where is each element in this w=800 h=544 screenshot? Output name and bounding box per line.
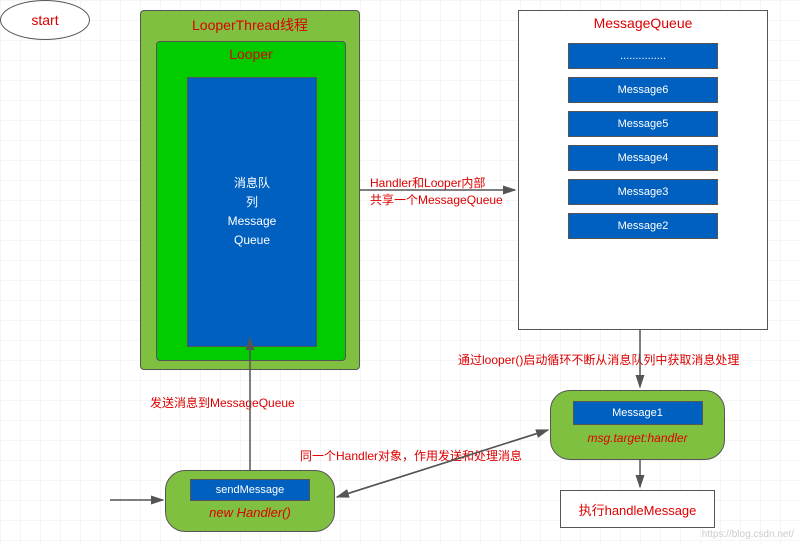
message-queue-item: Message2 [568,213,718,239]
start-label: start [31,12,58,28]
inner-q-l1: 消息队 [234,174,270,193]
message-queue-item: Message5 [568,111,718,137]
message-queue-title: MessageQueue [519,11,767,35]
annotation-send-to-queue: 发送消息到MessageQueue [150,395,295,412]
message-queue-item: ............... [568,43,718,69]
annotation-looper-loop: 通过looper()启动循环不断从消息队列中获取消息处理 [458,352,739,369]
looper-thread-title: LooperThread线程 [141,11,359,39]
annotation-same-handler: 同一个Handler对象，作用发送和处理消息 [300,448,522,465]
message-queue-item: Message3 [568,179,718,205]
inner-message-queue: 消息队 列 Message Queue [187,77,317,347]
start-node: start [0,0,90,40]
inner-q-l3: Message [228,212,277,231]
msg-target-label: msg.target:handler [551,431,724,445]
looper-thread-box: LooperThread线程 Looper 消息队 列 Message Queu… [140,10,360,370]
inner-q-l4: Queue [234,231,270,250]
looper-box: Looper 消息队 列 Message Queue [156,41,346,361]
new-handler-label: new Handler() [166,505,334,520]
annotation-shared-queue: Handler和Looper内部 共享一个MessageQueue [370,175,503,209]
send-message-box: sendMessage [190,479,310,501]
message-queue-box: MessageQueue ............... Message6 Mess… [518,10,768,330]
new-handler-box: sendMessage new Handler() [165,470,335,532]
execute-handle-message-box: 执行handleMessage [560,490,715,528]
message-queue-items: ............... Message6 Message5 Message4 M… [519,43,767,239]
watermark: https://blog.csdn.net/ [702,529,794,540]
exec-label: 执行handleMessage [579,500,697,519]
inner-q-l2: 列 [246,193,258,212]
message1-box: Message1 [573,401,703,425]
message-queue-item: Message4 [568,145,718,171]
looper-title: Looper [157,42,345,66]
msg-target-handler-box: Message1 msg.target:handler [550,390,725,460]
message-queue-item: Message6 [568,77,718,103]
